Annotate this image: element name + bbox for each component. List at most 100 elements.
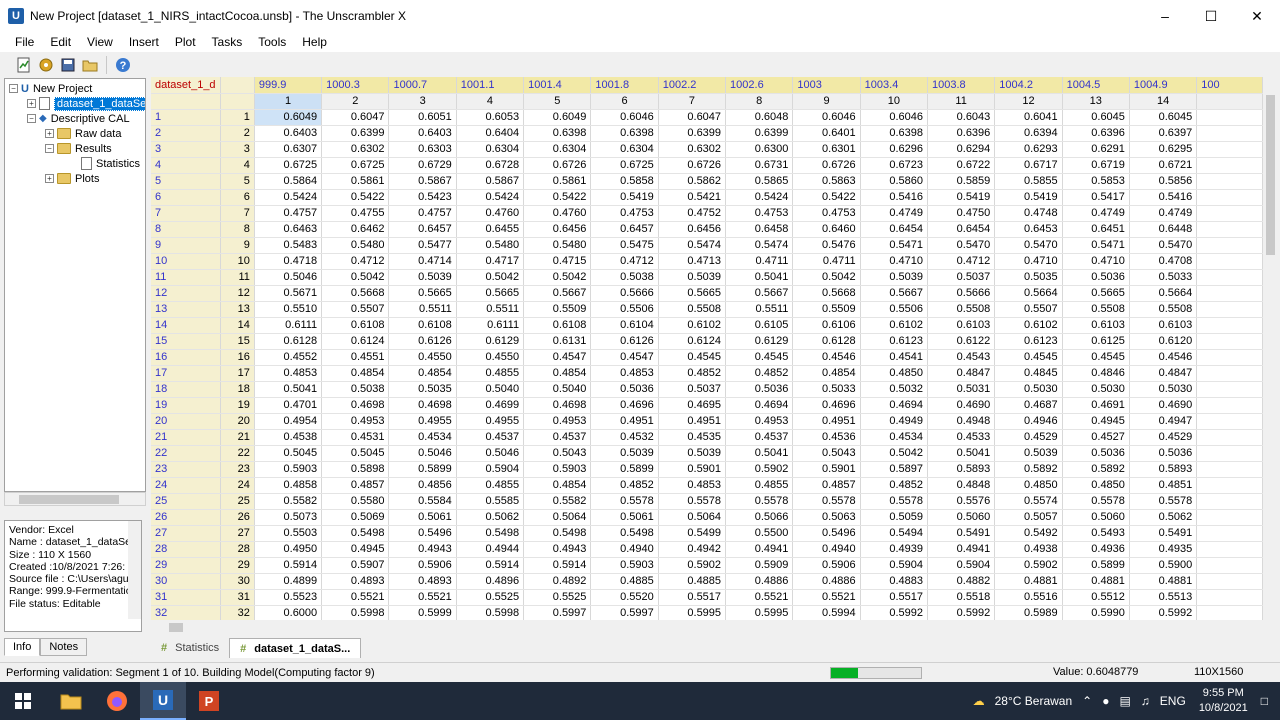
data-cell[interactable]: 0.5036: [1129, 445, 1198, 462]
data-cell[interactable]: 0.4691: [1062, 397, 1130, 414]
data-cell[interactable]: 0.6108: [523, 317, 592, 334]
data-cell[interactable]: [1196, 157, 1263, 174]
data-cell[interactable]: 0.4710: [860, 253, 928, 270]
data-cell[interactable]: 0.5062: [456, 509, 525, 526]
variable-name-header[interactable]: 1003: [792, 77, 861, 94]
data-cell[interactable]: 0.4953: [321, 413, 390, 430]
row-number-header[interactable]: 7: [220, 205, 255, 222]
data-cell[interactable]: 0.5989: [994, 605, 1063, 620]
data-cell[interactable]: 0.4550: [456, 349, 525, 366]
data-cell[interactable]: 0.5042: [321, 269, 390, 286]
data-cell[interactable]: 0.4943: [388, 541, 457, 558]
data-cell[interactable]: 0.6448: [1129, 221, 1198, 238]
data-cell[interactable]: 0.6103: [1129, 317, 1198, 334]
data-cell[interactable]: 0.4717: [456, 253, 525, 270]
row-number-header[interactable]: 8: [220, 221, 255, 238]
data-cell[interactable]: 0.5863: [792, 173, 861, 190]
data-cell[interactable]: 0.6728: [456, 157, 525, 174]
data-cell[interactable]: 0.6456: [523, 221, 592, 238]
row-name[interactable]: 17: [151, 365, 222, 382]
row-number-header[interactable]: 9: [220, 237, 255, 254]
language-indicator[interactable]: ENG: [1160, 694, 1186, 708]
row-name[interactable]: 13: [151, 301, 222, 318]
data-cell[interactable]: 0.6725: [590, 157, 659, 174]
data-cell[interactable]: 0.5521: [725, 589, 794, 606]
menu-file[interactable]: File: [0, 35, 42, 49]
data-cell[interactable]: 0.4854: [523, 477, 592, 494]
data-cell[interactable]: 0.5998: [456, 605, 525, 620]
data-cell[interactable]: 0.5995: [658, 605, 727, 620]
row-name[interactable]: 29: [151, 557, 222, 574]
data-cell[interactable]: 0.5036: [1062, 445, 1130, 462]
close-button[interactable]: ✕: [1234, 0, 1280, 32]
data-cell[interactable]: 0.6123: [994, 333, 1063, 350]
row-name[interactable]: 28: [151, 541, 222, 558]
data-cell[interactable]: 0.4948: [927, 413, 996, 430]
data-cell[interactable]: 0.5073: [254, 509, 323, 526]
data-cell[interactable]: 0.5063: [792, 509, 861, 526]
data-cell[interactable]: 0.6399: [658, 125, 727, 142]
data-cell[interactable]: [1196, 205, 1263, 222]
data-cell[interactable]: 0.6102: [658, 317, 727, 334]
data-cell[interactable]: 0.5907: [321, 557, 390, 574]
column-number-header[interactable]: 10: [860, 93, 928, 110]
row-number-header[interactable]: 28: [220, 541, 255, 558]
data-cell[interactable]: 0.4852: [658, 365, 727, 382]
variable-name-header[interactable]: 1004.9: [1129, 77, 1198, 94]
data-cell[interactable]: 0.4757: [388, 205, 457, 222]
tab-notes[interactable]: Notes: [40, 638, 88, 656]
data-cell[interactable]: 0.5491: [1129, 525, 1198, 542]
data-cell[interactable]: 0.6726: [792, 157, 861, 174]
data-cell[interactable]: 0.4946: [994, 413, 1063, 430]
variable-name-header[interactable]: 1002.6: [725, 77, 794, 94]
help-icon[interactable]: ?: [113, 55, 133, 75]
variable-name-header[interactable]: 1000.3: [321, 77, 390, 94]
data-cell[interactable]: 0.4531: [321, 429, 390, 446]
data-cell[interactable]: 0.5036: [590, 381, 659, 398]
row-number-header[interactable]: 32: [220, 605, 255, 620]
column-number-header[interactable]: [1196, 93, 1263, 110]
column-number-header[interactable]: 9: [792, 93, 861, 110]
data-cell[interactable]: 0.6104: [590, 317, 659, 334]
row-name[interactable]: 23: [151, 461, 222, 478]
data-cell[interactable]: 0.5525: [456, 589, 525, 606]
data-cell[interactable]: 0.4545: [1062, 349, 1130, 366]
data-cell[interactable]: 0.6102: [860, 317, 928, 334]
data-cell[interactable]: 0.6103: [1062, 317, 1130, 334]
data-cell[interactable]: 0.4547: [523, 349, 592, 366]
row-number-header[interactable]: 19: [220, 397, 255, 414]
data-cell[interactable]: 0.5046: [254, 269, 323, 286]
data-cell[interactable]: 0.5578: [792, 493, 861, 510]
variable-name-header[interactable]: 1003.8: [927, 77, 996, 94]
data-cell[interactable]: 0.4760: [456, 205, 525, 222]
data-cell[interactable]: 0.4698: [388, 397, 457, 414]
data-cell[interactable]: 0.5511: [456, 301, 525, 318]
menu-view[interactable]: View: [79, 35, 121, 49]
data-cell[interactable]: [1196, 285, 1263, 302]
data-cell[interactable]: 0.4533: [927, 429, 996, 446]
data-cell[interactable]: 0.6454: [860, 221, 928, 238]
row-name[interactable]: 6: [151, 189, 222, 206]
data-cell[interactable]: 0.4850: [1062, 477, 1130, 494]
variable-name-header[interactable]: 1000.7: [388, 77, 457, 94]
data-cell[interactable]: [1196, 589, 1263, 606]
row-number-header[interactable]: 31: [220, 589, 255, 606]
data-cell[interactable]: 0.5499: [658, 525, 727, 542]
data-cell[interactable]: 0.5424: [254, 189, 323, 206]
data-cell[interactable]: 0.6046: [590, 109, 659, 126]
data-cell[interactable]: [1196, 221, 1263, 238]
data-cell[interactable]: 0.6106: [792, 317, 861, 334]
data-cell[interactable]: 0.5665: [658, 285, 727, 302]
minimize-button[interactable]: –: [1142, 0, 1188, 32]
data-cell[interactable]: 0.5416: [860, 189, 928, 206]
data-cell[interactable]: 0.4701: [254, 397, 323, 414]
data-cell[interactable]: 0.6457: [388, 221, 457, 238]
data-cell[interactable]: 0.5498: [456, 525, 525, 542]
data-cell[interactable]: 0.5476: [792, 237, 861, 254]
data-cell[interactable]: 0.5039: [658, 445, 727, 462]
data-cell[interactable]: 0.5580: [321, 493, 390, 510]
data-cell[interactable]: 0.6294: [927, 141, 996, 158]
data-cell[interactable]: [1196, 557, 1263, 574]
data-cell[interactable]: 0.5904: [860, 557, 928, 574]
data-cell[interactable]: 0.4855: [725, 477, 794, 494]
